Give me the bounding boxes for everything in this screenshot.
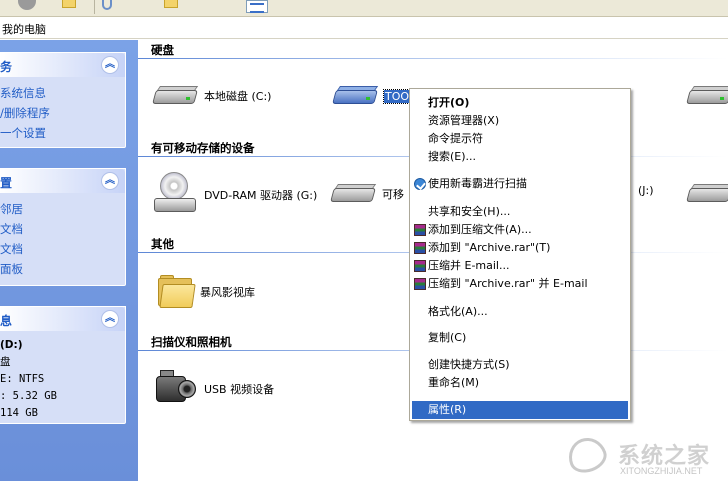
menu-item-explorer[interactable]: 资源管理器(X) (412, 112, 628, 130)
menu-item-search[interactable]: 搜索(E)... (412, 148, 628, 166)
group-header-other: 其他 (151, 237, 174, 251)
menu-separator (413, 297, 627, 298)
group-header-removable: 有可移动存储的设备 (151, 141, 255, 155)
group-header-scanners: 扫描仪和照相机 (151, 335, 232, 349)
menu-separator (413, 325, 627, 326)
panel-title: 置 (0, 176, 13, 190)
winrar-icon (414, 242, 426, 254)
drive-tile-partial-2[interactable] (686, 182, 728, 206)
hard-drive-icon (332, 84, 379, 108)
drive-tile-removable[interactable]: 可移 (330, 182, 404, 206)
menu-item-cmd[interactable]: 命令提示符 (412, 130, 628, 148)
panel-title: 息 (0, 314, 13, 328)
folders-icon[interactable] (164, 0, 178, 8)
menu-item-open[interactable]: 打开(O) (412, 94, 628, 112)
drive-tile-dvd[interactable]: DVD-RAM 驱动器 (G:) (152, 172, 317, 218)
toolbar (0, 0, 728, 17)
menu-item-compress-email[interactable]: 压缩并 E-mail... (412, 257, 628, 275)
watermark-url: XITONGZHIJIA.NET (620, 466, 703, 476)
device-tile-usb-camera[interactable]: USB 视频设备 (152, 368, 274, 410)
drive-label-j: (J:) (638, 184, 654, 197)
detail-total-size: 114 GB (0, 407, 38, 419)
collapse-chevron-icon[interactable]: ︽ (101, 172, 119, 190)
place-my-documents-link[interactable]: 文档 (0, 219, 125, 239)
panel-title: 务 (0, 60, 13, 74)
address-path: 我的电脑 (2, 23, 46, 36)
context-menu: 打开(O) 资源管理器(X) 命令提示符 搜索(E)... 使用新毒霸进行扫描 … (409, 88, 631, 421)
panel-other-places: 置 ︽ 邻居 文档 文档 面板 (0, 168, 126, 286)
place-control-panel-link[interactable]: 面板 (0, 259, 125, 279)
hard-drive-icon (686, 84, 728, 108)
drive-label-dvd: DVD-RAM 驱动器 (G:) (204, 189, 318, 202)
removable-drive-icon (686, 182, 728, 206)
drive-tile-tools[interactable]: TOOl (332, 84, 415, 108)
menu-item-compress-email-label: 压缩并 E-mail... (428, 259, 510, 272)
panel-details: 息 ︽ (D:) 盘 E: NTFS : 5.32 GB 114 GB (0, 306, 126, 424)
toolbar-separator (94, 0, 95, 14)
winrar-icon (414, 224, 426, 236)
menu-item-add-archive-label: 添加到压缩文件(A)... (428, 223, 532, 236)
panel-system-tasks-header[interactable]: 务 ︽ (0, 53, 125, 77)
drive-tile-c[interactable]: 本地磁盘 (C:) (152, 84, 271, 108)
task-add-remove-programs-link[interactable]: /删除程序 (0, 103, 125, 123)
winrar-icon (414, 278, 426, 290)
detail-free-space: : 5.32 GB (0, 390, 57, 402)
up-folder-icon[interactable] (62, 0, 76, 8)
menu-item-add-archive[interactable]: 添加到压缩文件(A)... (412, 221, 628, 239)
camera-icon (152, 368, 198, 410)
menu-separator (413, 169, 627, 170)
watermark: 系统之家 XITONGZHIJIA.NET (560, 432, 728, 481)
group-divider (138, 58, 728, 59)
menu-item-add-rar[interactable]: 添加到 "Archive.rar"(T) (412, 239, 628, 257)
drive-label-j-tile[interactable]: (J:) (632, 184, 654, 197)
menu-separator (413, 351, 627, 352)
folder-icon (156, 274, 196, 310)
place-shared-documents-link[interactable]: 文档 (0, 239, 125, 259)
panel-system-tasks: 务 ︽ 系统信息 /删除程序 一个设置 (0, 52, 126, 148)
place-network-link[interactable]: 邻居 (0, 199, 125, 219)
drive-label-removable: 可移 (382, 188, 404, 201)
task-pane: 务 ︽ 系统信息 /删除程序 一个设置 置 ︽ 邻居 文档 文档 面板 息 ︽ … (0, 40, 138, 481)
views-icon[interactable] (246, 0, 268, 13)
menu-item-compress-rar-email[interactable]: 压缩到 "Archive.rar" 并 E-mail (412, 275, 628, 293)
detail-drive-type: 盘 (0, 356, 11, 368)
drive-label-c: 本地磁盘 (C:) (204, 90, 272, 103)
detail-file-system: E: NTFS (0, 373, 45, 385)
back-icon[interactable] (18, 0, 36, 10)
menu-separator (413, 395, 627, 396)
menu-item-scan-label: 使用新毒霸进行扫描 (428, 177, 527, 190)
search-icon[interactable] (102, 0, 112, 10)
task-system-info-link[interactable]: 系统信息 (0, 83, 125, 103)
drive-tile-partial[interactable] (686, 84, 728, 108)
menu-item-copy[interactable]: 复制(C) (412, 329, 628, 347)
menu-item-share[interactable]: 共享和安全(H)... (412, 203, 628, 221)
group-header-hard-drives: 硬盘 (151, 43, 174, 57)
dvd-drive-icon (152, 172, 198, 218)
watermark-logo-icon (563, 432, 611, 478)
collapse-chevron-icon[interactable]: ︽ (101, 56, 119, 74)
device-label-usb-camera: USB 视频设备 (204, 383, 275, 396)
detail-drive-name: (D:) (0, 339, 23, 351)
collapse-chevron-icon[interactable]: ︽ (101, 310, 119, 328)
menu-item-create-shortcut[interactable]: 创建快捷方式(S) (412, 356, 628, 374)
menu-item-compress-rar-email-label: 压缩到 "Archive.rar" 并 E-mail (428, 277, 588, 290)
hard-drive-icon (152, 84, 199, 108)
menu-item-format[interactable]: 格式化(A)... (412, 303, 628, 321)
menu-separator (413, 197, 627, 198)
address-bar[interactable]: 我的电脑 (0, 17, 728, 39)
antivirus-scan-icon (414, 178, 426, 190)
panel-details-header[interactable]: 息 ︽ (0, 307, 125, 331)
menu-item-rename[interactable]: 重命名(M) (412, 374, 628, 392)
menu-item-add-rar-label: 添加到 "Archive.rar"(T) (428, 241, 551, 254)
task-change-setting-link[interactable]: 一个设置 (0, 123, 125, 143)
winrar-icon (414, 260, 426, 272)
menu-item-properties[interactable]: 属性(R) (412, 401, 628, 419)
folder-tile-video-lib[interactable]: 暴风影视库 (156, 274, 255, 310)
folder-label-video-lib: 暴风影视库 (200, 286, 255, 299)
removable-drive-icon (330, 182, 377, 206)
panel-other-places-header[interactable]: 置 ︽ (0, 169, 125, 193)
menu-item-scan[interactable]: 使用新毒霸进行扫描 (412, 175, 628, 193)
